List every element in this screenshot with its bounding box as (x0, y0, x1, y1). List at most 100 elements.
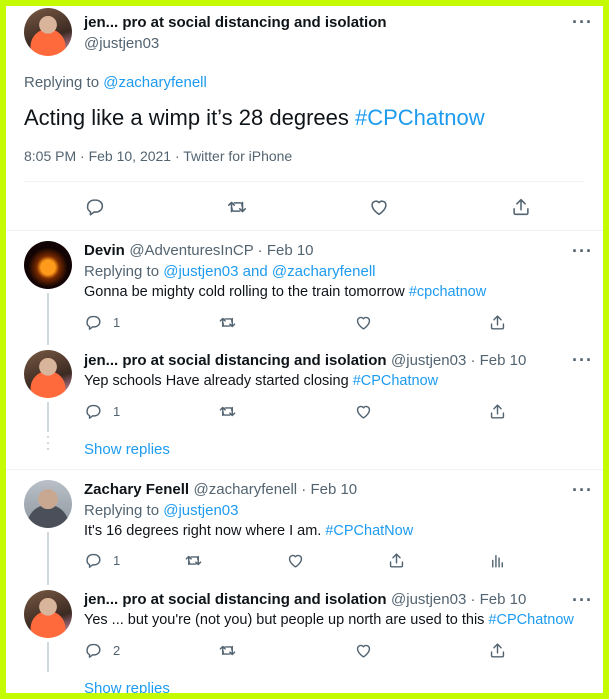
thread-line (47, 642, 49, 672)
replying-prefix: Replying to (84, 263, 164, 280)
like-button[interactable] (286, 551, 305, 570)
replying-to: Replying to @justjen03 and @zacharyfenel… (84, 263, 375, 280)
reply-author-handle[interactable]: @justjen03 · Feb 10 (391, 591, 526, 608)
reply-count: 2 (113, 643, 121, 658)
reply-icon (86, 315, 101, 330)
like-button[interactable] (354, 402, 373, 421)
reply-body: Yep schools Have already started closing (84, 373, 353, 389)
author-handle[interactable]: @justjen03 (84, 35, 159, 52)
reply-header: jen... pro at social distancing and isol… (84, 352, 526, 370)
share-icon (389, 553, 404, 568)
reply-text: Yep schools Have already started closing… (84, 373, 438, 389)
replying-prefix: Replying to (24, 74, 104, 91)
reply-count: 1 (113, 315, 121, 330)
analytics-button[interactable] (488, 551, 507, 570)
tweet-body: Acting like a wimp it’s 28 degrees (24, 105, 355, 130)
share-button[interactable] (488, 402, 507, 421)
retweet-button[interactable] (218, 641, 237, 660)
reply-button[interactable]: 1 (84, 402, 120, 421)
thread-line (47, 532, 49, 585)
reply-author-handle[interactable]: @zacharyfenell · Feb 10 (194, 481, 358, 498)
more-options-button[interactable]: ··· (572, 350, 593, 371)
mention-link[interactable]: @zacharyfenell (103, 74, 207, 91)
reply-icon (86, 643, 101, 658)
like-button[interactable] (354, 641, 373, 660)
show-replies-link[interactable]: Show replies (84, 680, 170, 697)
tweet-timestamp[interactable]: 8:05 PM · Feb 10, 2021 · Twitter for iPh… (24, 148, 292, 164)
reply-button[interactable]: 2 (84, 641, 120, 660)
hashtag-link[interactable]: #cpchatnow (409, 284, 486, 300)
more-options-button[interactable]: ··· (572, 480, 593, 501)
retweet-icon (185, 555, 202, 566)
like-icon (371, 200, 387, 216)
retweet-button[interactable] (184, 551, 203, 570)
hashtag-link[interactable]: #CPChatNow (325, 523, 413, 539)
replying-to: Replying to @zacharyfenell (24, 74, 207, 91)
author-name[interactable]: jen... pro at social distancing and isol… (84, 14, 387, 31)
share-icon (513, 198, 529, 216)
reply-header: jen... pro at social distancing and isol… (84, 591, 526, 609)
share-icon (490, 315, 505, 330)
reply-text: Gonna be mighty cold rolling to the trai… (84, 284, 486, 300)
retweet-button[interactable] (226, 196, 248, 218)
reply-author-name[interactable]: Zachary Fenell (84, 481, 189, 498)
reply-author-handle[interactable]: @AdventuresInCP · Feb 10 (129, 242, 313, 259)
reply-text: Yes ... but you're (not you) but people … (84, 612, 574, 628)
like-button[interactable] (368, 196, 390, 218)
reply-count: 1 (113, 553, 121, 568)
mention-link[interactable]: @justjen03 (163, 502, 238, 519)
reply-body: Gonna be mighty cold rolling to the trai… (84, 284, 409, 300)
reply-button[interactable] (84, 196, 106, 218)
mention-link[interactable]: @zacharyfenell (272, 263, 376, 280)
share-button[interactable] (510, 196, 532, 218)
hashtag-link[interactable]: #CPChatnow (488, 612, 573, 628)
retweet-icon (219, 317, 236, 328)
like-icon (356, 405, 371, 419)
reply-author-name[interactable]: Devin (84, 242, 125, 259)
avatar[interactable] (24, 8, 72, 56)
thread-dots (47, 436, 49, 450)
reply-header: Devin @AdventuresInCP · Feb 10 (84, 242, 314, 260)
reply-body: It's 16 degrees right now where I am. (84, 523, 326, 539)
like-icon (356, 316, 371, 330)
avatar[interactable] (24, 350, 72, 398)
retweet-icon (227, 201, 247, 213)
mention-link[interactable]: @justjen03 (163, 263, 238, 280)
share-icon (490, 404, 505, 419)
reply-author-name[interactable]: jen... pro at social distancing and isol… (84, 352, 387, 369)
reply-header: Zachary Fenell @zacharyfenell · Feb 10 (84, 481, 357, 499)
reply-body: Yes ... but you're (not you) but people … (84, 612, 489, 628)
avatar[interactable] (24, 590, 72, 638)
avatar[interactable] (24, 241, 72, 289)
reply-button[interactable]: 1 (84, 551, 120, 570)
share-button[interactable] (488, 313, 507, 332)
divider (6, 469, 603, 470)
reply-button[interactable]: 1 (84, 313, 120, 332)
replying-to: Replying to @justjen03 (84, 502, 239, 519)
share-button[interactable] (488, 641, 507, 660)
like-icon (356, 644, 371, 658)
more-options-button[interactable]: ··· (572, 590, 593, 611)
reply-count: 1 (113, 404, 121, 419)
retweet-button[interactable] (218, 313, 237, 332)
retweet-icon (219, 406, 236, 417)
reply-author-handle[interactable]: @justjen03 · Feb 10 (391, 352, 526, 369)
avatar[interactable] (24, 480, 72, 528)
thread-line (47, 402, 49, 432)
retweet-button[interactable] (218, 402, 237, 421)
hashtag-link[interactable]: #CPChatnow (355, 105, 485, 130)
like-button[interactable] (354, 313, 373, 332)
divider (24, 181, 584, 182)
reply-icon (86, 199, 104, 216)
more-options-button[interactable]: ··· (572, 12, 593, 33)
divider (6, 230, 603, 231)
reply-author-name[interactable]: jen... pro at social distancing and isol… (84, 591, 387, 608)
reply-icon (86, 553, 101, 568)
hashtag-link[interactable]: #CPChatnow (353, 373, 438, 389)
mention-and: and (238, 263, 272, 280)
share-button[interactable] (387, 551, 406, 570)
reply-icon (86, 404, 101, 419)
show-replies-link[interactable]: Show replies (84, 441, 170, 458)
more-options-button[interactable]: ··· (572, 241, 593, 262)
reply-text: It's 16 degrees right now where I am. #C… (84, 523, 413, 539)
